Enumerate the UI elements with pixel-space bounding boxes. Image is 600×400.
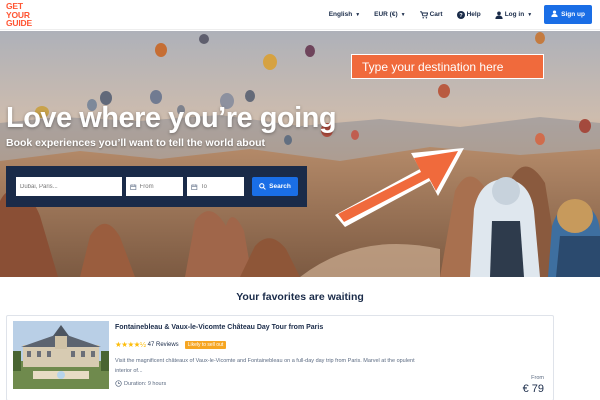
cart-link[interactable]: Cart	[419, 10, 443, 19]
user-icon	[551, 10, 558, 19]
calendar-icon	[191, 183, 198, 190]
help-label: Help	[466, 11, 481, 18]
from-date-field[interactable]	[126, 177, 183, 196]
duration-text: Duration: 9 hours	[124, 380, 167, 387]
getyourguide-logo[interactable]: GET YOUR GUIDE	[6, 2, 36, 28]
sell-out-badge: Likely to sell out	[184, 340, 227, 349]
chateau-photo[interactable]	[13, 321, 109, 389]
user-icon	[495, 11, 503, 19]
hero-banner: Love where you’re going Book experiences…	[0, 31, 600, 277]
currency-selector[interactable]: EUR (€) ▼	[374, 11, 405, 18]
hero-title: Love where you’re going	[6, 102, 337, 134]
language-selector[interactable]: English ▼	[329, 11, 360, 18]
cart-icon	[419, 10, 428, 19]
help-link[interactable]: ? Help	[456, 10, 481, 19]
signup-label: Sign up	[561, 11, 585, 18]
language-label: English	[328, 11, 353, 18]
signup-button[interactable]: Sign up	[544, 5, 592, 24]
currency-label: EUR (€)	[374, 11, 398, 18]
activity-card[interactable]: Fontainebleau & Vaux-le-Vicomte Château …	[6, 315, 554, 400]
search-button-label: Search	[269, 183, 291, 190]
star-rating: ★★★★½	[115, 340, 146, 349]
review-count[interactable]: 47 Reviews	[148, 342, 179, 348]
search-icon	[259, 183, 266, 190]
cart-label: Cart	[429, 11, 443, 18]
chevron-down-icon: ▼	[527, 11, 533, 18]
search-bar: Search	[6, 166, 307, 207]
calendar-icon	[130, 183, 137, 190]
clock-icon	[115, 380, 122, 387]
from-date-input[interactable]	[139, 183, 183, 190]
login-label: Log in	[504, 11, 525, 18]
duration-row: Duration: 9 hours	[115, 380, 166, 387]
destination-input[interactable]	[20, 183, 122, 190]
svg-text:?: ?	[459, 13, 463, 19]
help-icon: ?	[456, 10, 465, 19]
activity-title[interactable]: Fontainebleau & Vaux-le-Vicomte Château …	[115, 324, 323, 331]
chevron-down-icon: ▼	[400, 11, 406, 18]
price-value: € 79	[522, 383, 544, 395]
hero-subtitle: Book experiences you’ll want to tell the…	[6, 137, 266, 149]
chevron-down-icon: ▼	[355, 11, 361, 18]
login-menu[interactable]: Log in ▼	[495, 11, 532, 19]
favorites-heading: Your favorites are waiting	[236, 291, 364, 303]
to-date-input[interactable]	[200, 183, 244, 190]
to-date-field[interactable]	[187, 177, 244, 196]
rating-row: ★★★★½ 47 Reviews Likely to sell out	[115, 340, 227, 349]
top-header: GET YOUR GUIDE English ▼ EUR (€) ▼ Cart …	[0, 0, 600, 30]
destination-field[interactable]	[16, 177, 122, 196]
logo-line-3: GUIDE	[6, 18, 32, 28]
destination-callout: Type your destination here	[351, 54, 544, 79]
header-nav: English ▼ EUR (€) ▼ Cart ? Help Log in ▼	[315, 5, 592, 24]
search-button[interactable]: Search	[252, 177, 298, 196]
price-from-label: From	[531, 375, 544, 381]
activity-description: Visit the magnificent châteaux of Vaux-l…	[115, 358, 415, 374]
